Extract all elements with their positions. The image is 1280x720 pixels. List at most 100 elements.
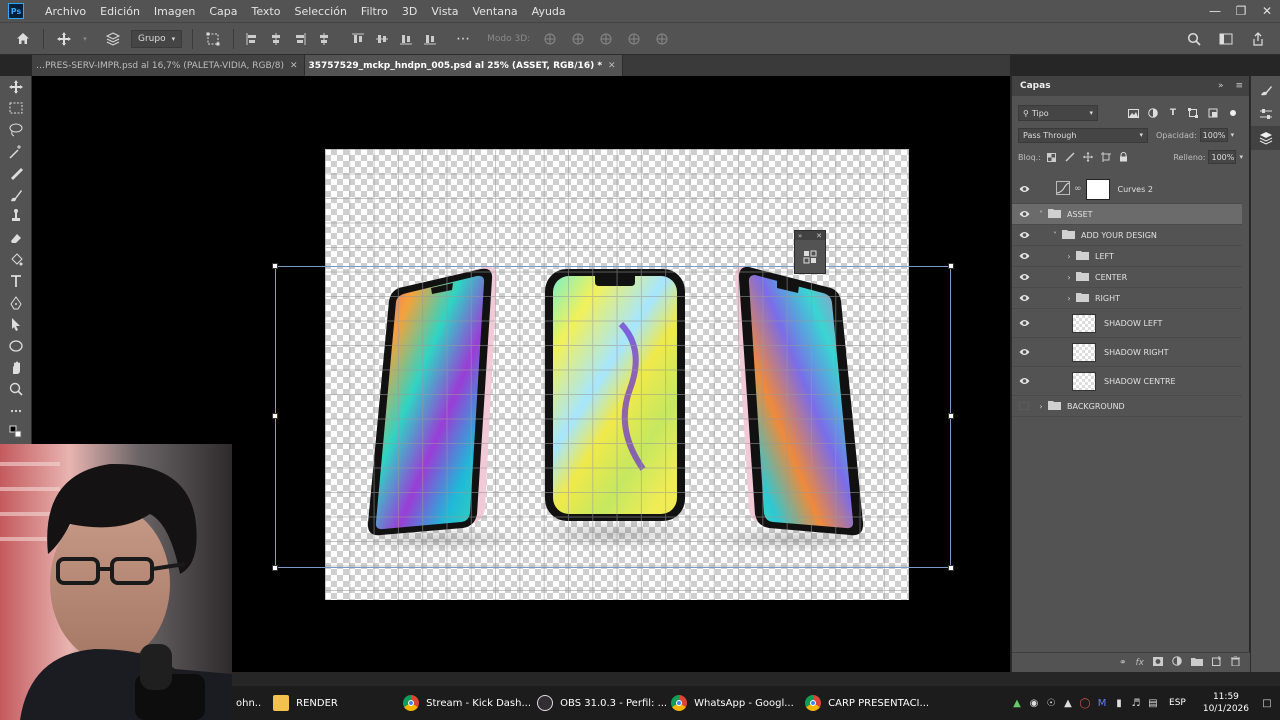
more-options-icon[interactable]: ⋯ xyxy=(452,28,474,50)
chevron-down-icon[interactable]: ▾ xyxy=(81,28,89,50)
restore-button[interactable]: ❐ xyxy=(1228,0,1254,22)
layer-row[interactable]: SHADOW CENTRE xyxy=(1012,367,1242,396)
move-tool-icon[interactable] xyxy=(0,76,32,98)
layer-row[interactable]: SHADOW LEFT xyxy=(1012,309,1242,338)
layer-thumbnail[interactable] xyxy=(1072,342,1096,362)
opacity-field[interactable]: 100% xyxy=(1199,128,1228,142)
layer-thumbnail[interactable] xyxy=(1072,313,1096,333)
lasso-tool-icon[interactable] xyxy=(0,119,32,141)
visibility-eye-icon[interactable] xyxy=(1012,210,1036,218)
roll-3d-icon[interactable] xyxy=(567,28,589,50)
menu-item-capa[interactable]: Capa xyxy=(202,5,244,18)
ellipse-tool-icon[interactable] xyxy=(0,335,32,357)
brush-settings-icon[interactable] xyxy=(1251,78,1280,102)
taskbar-app[interactable]: Stream - Kick Dash... xyxy=(395,686,531,720)
eyedropper-tool-icon[interactable] xyxy=(0,162,32,184)
layer-name[interactable]: RIGHT xyxy=(1095,294,1120,303)
layer-thumbnail[interactable] xyxy=(1072,371,1096,391)
visibility-eye-icon[interactable] xyxy=(1012,348,1036,356)
layer-row[interactable]: › BACKGROUND xyxy=(1012,396,1242,417)
filter-smartobject-icon[interactable] xyxy=(1203,105,1223,121)
resize-handle-sw[interactable] xyxy=(272,565,278,571)
link-layers-icon[interactable]: ⚭ xyxy=(1119,658,1127,668)
tray-shield-icon[interactable]: ◯ xyxy=(1079,697,1090,709)
filter-shape-icon[interactable] xyxy=(1183,105,1203,121)
visibility-eye-icon[interactable] xyxy=(1012,273,1036,281)
close-button[interactable]: ✕ xyxy=(1254,0,1280,22)
distribute-h-icon[interactable] xyxy=(315,28,333,50)
hand-tool-icon[interactable] xyxy=(0,357,32,379)
menu-item-archivo[interactable]: Archivo xyxy=(38,5,93,18)
layer-name[interactable]: CENTER xyxy=(1095,273,1127,282)
delete-layer-icon[interactable] xyxy=(1231,655,1240,669)
adjust-sliders-icon[interactable] xyxy=(1251,102,1280,126)
layer-row[interactable]: ˅ ADD YOUR DESIGN xyxy=(1012,225,1242,246)
taskbar-app[interactable]: RENDER xyxy=(265,686,395,720)
zoom-tool-icon[interactable] xyxy=(0,378,32,400)
blend-mode-dropdown[interactable]: Pass Through ▾ xyxy=(1018,127,1148,143)
taskbar-app[interactable]: OBS 31.0.3 - Perfil: ... xyxy=(529,686,667,720)
visibility-eye-icon[interactable] xyxy=(1012,377,1036,385)
chevron-right-icon[interactable]: › xyxy=(1064,273,1074,282)
slide-3d-icon[interactable] xyxy=(623,28,645,50)
share-icon[interactable] xyxy=(1247,28,1269,50)
resize-handle-ne[interactable] xyxy=(948,263,954,269)
filter-type-icon[interactable]: T xyxy=(1163,105,1183,121)
menu-item-ayuda[interactable]: Ayuda xyxy=(525,5,573,18)
taskbar-app[interactable]: WhatsApp - Googl... xyxy=(663,686,797,720)
pen-tool-icon[interactable] xyxy=(0,292,32,314)
filter-toggle-icon[interactable] xyxy=(1223,105,1243,121)
layer-style-icon[interactable]: fx xyxy=(1136,658,1145,668)
layer-name[interactable]: SHADOW CENTRE xyxy=(1104,377,1176,386)
menu-item-3d[interactable]: 3D xyxy=(395,5,424,18)
move-tool-icon[interactable] xyxy=(53,28,75,50)
volume-icon[interactable]: ♬ xyxy=(1131,697,1141,709)
workspace-icon[interactable] xyxy=(1215,28,1237,50)
layer-name[interactable]: Curves 2 xyxy=(1118,185,1153,194)
more-tools-icon[interactable] xyxy=(0,400,32,422)
new-group-icon[interactable] xyxy=(1191,657,1203,669)
layer-mask-thumbnail[interactable] xyxy=(1085,178,1110,200)
menu-item-filtro[interactable]: Filtro xyxy=(354,5,395,18)
minimize-button[interactable]: — xyxy=(1202,0,1228,22)
tray-app-icon[interactable]: ▲ xyxy=(1012,697,1022,709)
network-icon[interactable]: ▤ xyxy=(1148,697,1158,709)
layer-row[interactable]: › CENTER xyxy=(1012,267,1242,288)
layer-row[interactable]: SHADOW RIGHT xyxy=(1012,338,1242,367)
mask-link-icon[interactable]: ∞ xyxy=(1074,184,1082,194)
chevron-down-icon[interactable]: ▾ xyxy=(1231,131,1235,139)
menu-item-imagen[interactable]: Imagen xyxy=(147,5,202,18)
menu-item-ventana[interactable]: Ventana xyxy=(465,5,524,18)
search-icon[interactable] xyxy=(1183,28,1205,50)
close-tab-icon[interactable]: ✕ xyxy=(608,61,616,71)
visibility-eye-icon[interactable] xyxy=(1012,185,1036,193)
chevron-down-icon[interactable]: ˅ xyxy=(1036,210,1046,219)
menu-item-texto[interactable]: Texto xyxy=(245,5,288,18)
widget-titlebar[interactable]: » ✕ xyxy=(795,231,825,240)
align-right-icon[interactable] xyxy=(291,28,309,50)
magic-wand-tool-icon[interactable] xyxy=(0,141,32,163)
align-bottom-icon[interactable] xyxy=(397,28,415,50)
collapse-icon[interactable]: » xyxy=(798,232,802,240)
type-tool-icon[interactable] xyxy=(0,270,32,292)
floating-properties-widget[interactable]: » ✕ xyxy=(794,230,826,274)
layer-name[interactable]: BACKGROUND xyxy=(1067,402,1125,411)
layer-row[interactable]: › RIGHT xyxy=(1012,288,1242,309)
language-indicator[interactable]: ESP xyxy=(1169,698,1186,708)
color-swatches-icon[interactable] xyxy=(0,422,32,444)
new-layer-icon[interactable] xyxy=(1212,656,1222,669)
tray-speaker-icon[interactable]: ☉ xyxy=(1046,697,1056,709)
fill-field[interactable]: 100% xyxy=(1208,150,1237,164)
menu-item-seleccion[interactable]: Selección xyxy=(287,5,353,18)
layer-row[interactable]: ∞ Curves 2 xyxy=(1012,175,1242,204)
chevron-down-icon[interactable]: ▾ xyxy=(1239,153,1243,161)
chevron-right-icon[interactable]: › xyxy=(1064,252,1074,261)
notification-icon[interactable]: □ xyxy=(1262,697,1272,709)
layer-name[interactable]: ASSET xyxy=(1067,210,1093,219)
clock[interactable]: 11:59 10/1/2026 xyxy=(1203,691,1249,715)
chevron-right-icon[interactable]: › xyxy=(1064,294,1074,303)
align-vcenter-icon[interactable] xyxy=(373,28,391,50)
layer-row[interactable]: › LEFT xyxy=(1012,246,1242,267)
align-left-icon[interactable] xyxy=(243,28,261,50)
tray-mic-icon[interactable]: ▲ xyxy=(1063,697,1073,709)
